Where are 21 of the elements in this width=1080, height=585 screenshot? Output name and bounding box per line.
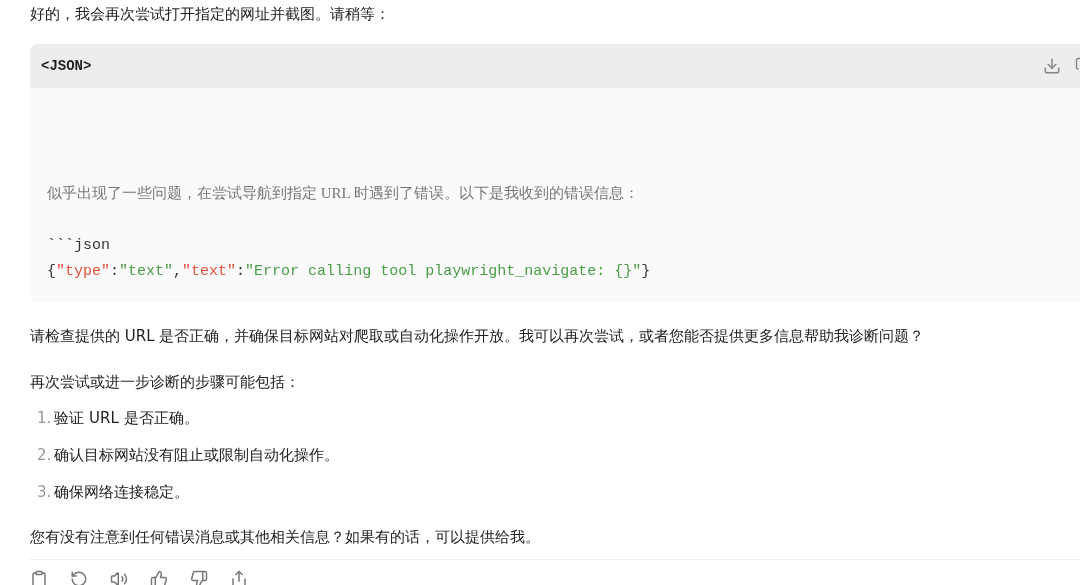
download-icon[interactable] bbox=[1043, 57, 1061, 75]
list-item-text: 验证 URL 是否正确。 bbox=[54, 408, 199, 429]
refresh-icon[interactable] bbox=[70, 570, 88, 585]
list-number: 2. bbox=[37, 445, 52, 466]
code-line: {"type":"text","text":"Error calling tool playwright_navigate: {}"} bbox=[47, 262, 652, 282]
list-item-text: 确认目标网站没有阻止或限制自动化操作。 bbox=[54, 445, 340, 466]
list-number: 1. bbox=[37, 408, 52, 429]
code-fence: ```json bbox=[47, 236, 111, 256]
list-number: 3. bbox=[37, 482, 52, 503]
thumbs-down-icon[interactable] bbox=[190, 570, 208, 585]
code-language: <JSON> bbox=[41, 56, 92, 76]
paragraph-text: 请检查提供的 URL 是否正确，并确保目标网站对爬取或自动化操作开放。我可以再次尝试，或者您能否提供更多信息帮助我诊断问题？ bbox=[30, 326, 926, 347]
intro-text: 好的，我会再次尝试打开指定的网址并截图。请稍等： bbox=[30, 4, 391, 25]
list-item-text: 确保网络连接稳定。 bbox=[54, 482, 190, 503]
speaker-icon[interactable] bbox=[110, 570, 128, 585]
code-comment: 似乎出现了一些问题，在尝试导航到指定 URL 时遇到了错误。以下是我收到的错误信息： bbox=[47, 184, 640, 203]
closing-text: 您有没有注意到任何错误消息或其他相关信息？如果有的话，可以提供给我。 bbox=[30, 527, 541, 548]
share-icon[interactable] bbox=[230, 570, 248, 585]
thumbs-up-icon[interactable] bbox=[150, 570, 168, 585]
clipboard-icon[interactable] bbox=[30, 570, 48, 585]
paragraph-text: 再次尝试或进一步诊断的步骤可能包括： bbox=[30, 372, 301, 393]
